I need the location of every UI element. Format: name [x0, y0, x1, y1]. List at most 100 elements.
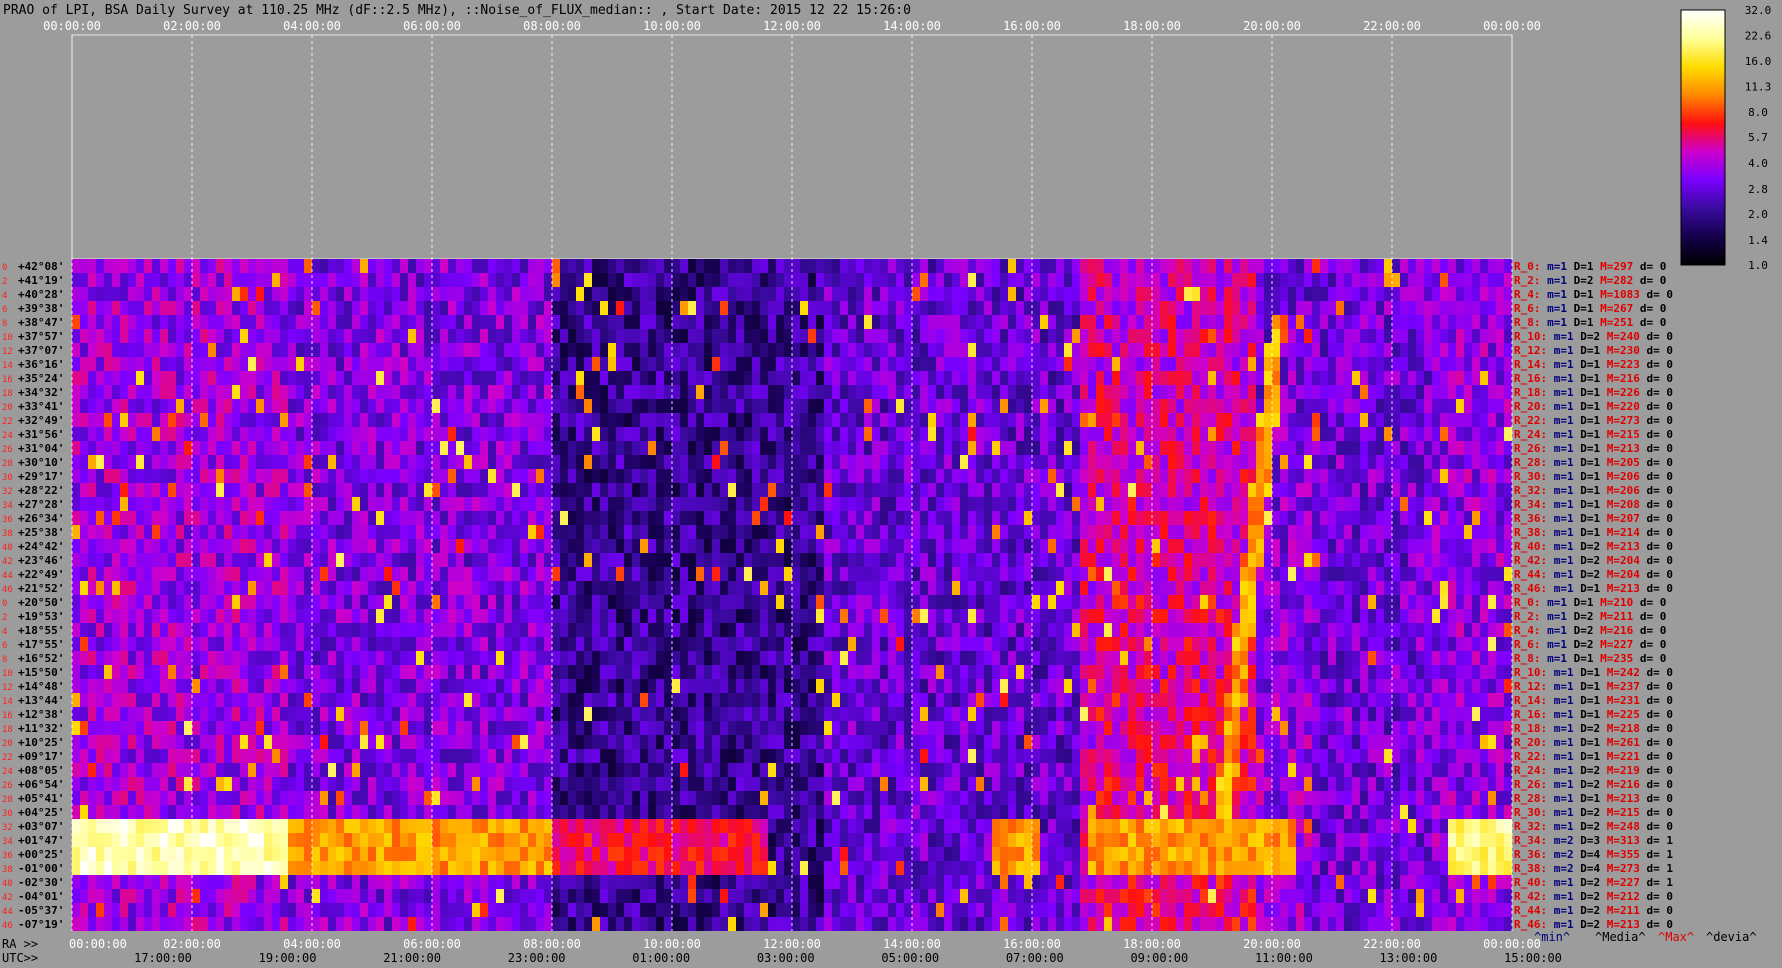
heatmap-cell: [1488, 259, 1496, 273]
heatmap-cell: [248, 441, 256, 455]
heatmap-cell: [144, 455, 152, 469]
heatmap-cell: [1368, 497, 1376, 511]
heatmap-cell: [456, 329, 464, 343]
heatmap-cell: [1120, 581, 1128, 595]
heatmap-cell: [528, 483, 536, 497]
heatmap-cell: [704, 287, 712, 301]
heatmap-cell: [456, 595, 464, 609]
heatmap-cell: [1280, 469, 1288, 483]
heatmap-cell: [1472, 497, 1480, 511]
heatmap-cell: [472, 609, 480, 623]
heatmap-cell: [1360, 567, 1368, 581]
heatmap-cell: [1480, 427, 1488, 441]
heatmap-cell: [808, 357, 816, 371]
heatmap-cell: [520, 315, 528, 329]
heatmap-cell: [984, 469, 992, 483]
heatmap-cell: [1336, 469, 1344, 483]
heatmap-cell: [1448, 595, 1456, 609]
heatmap-cell: [112, 623, 120, 637]
heatmap-cell: [1104, 581, 1112, 595]
heatmap-cell: [1224, 609, 1232, 623]
heatmap-cell: [416, 497, 424, 511]
heatmap-cell: [360, 273, 368, 287]
heatmap-cell: [728, 385, 736, 399]
heatmap-cell: [952, 273, 960, 287]
heatmap-cell: [744, 343, 752, 357]
heatmap-cell: [568, 567, 576, 581]
heatmap-cell: [616, 371, 624, 385]
heatmap-cell: [1168, 413, 1176, 427]
heatmap-cell: [368, 595, 376, 609]
heatmap-cell: [1000, 357, 1008, 371]
heatmap-cell: [976, 413, 984, 427]
heatmap-cell: [312, 273, 320, 287]
heatmap-cell: [968, 273, 976, 287]
heatmap-cell: [184, 539, 192, 553]
heatmap-cell: [1216, 469, 1224, 483]
heatmap-cell: [376, 371, 384, 385]
heatmap-cell: [1112, 511, 1120, 525]
heatmap-cell: [328, 483, 336, 497]
heatmap-cell: [216, 525, 224, 539]
heatmap-cell: [712, 581, 720, 595]
heatmap-cell: [456, 525, 464, 539]
heatmap-cell: [400, 441, 408, 455]
heatmap-cell: [1168, 497, 1176, 511]
heatmap-cell: [1056, 385, 1064, 399]
heatmap-cell: [440, 483, 448, 497]
heatmap-cell: [1120, 413, 1128, 427]
heatmap-cell: [712, 497, 720, 511]
heatmap-cell: [1192, 553, 1200, 567]
heatmap-cell: [784, 427, 792, 441]
heatmap-cell: [488, 371, 496, 385]
heatmap-cell: [952, 483, 960, 497]
heatmap-cell: [480, 259, 488, 273]
heatmap-cell: [632, 343, 640, 357]
heatmap-cell: [736, 301, 744, 315]
heatmap-cell: [808, 581, 816, 595]
heatmap-cell: [1176, 539, 1184, 553]
heatmap-cell: [1440, 427, 1448, 441]
heatmap-cell: [840, 469, 848, 483]
heatmap-cell: [120, 385, 128, 399]
heatmap-cell: [904, 455, 912, 469]
heatmap-cell: [912, 399, 920, 413]
heatmap-cell: [712, 399, 720, 413]
heatmap-cell: [1504, 455, 1512, 469]
heatmap-cell: [296, 399, 304, 413]
heatmap-cell: [472, 525, 480, 539]
heatmap-cell: [936, 609, 944, 623]
heatmap-cell: [312, 329, 320, 343]
heatmap-cell: [552, 623, 560, 637]
heatmap-cell: [968, 385, 976, 399]
heatmap-cell: [1128, 455, 1136, 469]
heatmap-cell: [1224, 539, 1232, 553]
heatmap-cell: [152, 609, 160, 623]
heatmap-cell: [784, 441, 792, 455]
heatmap-cell: [1096, 455, 1104, 469]
heatmap-cell: [264, 287, 272, 301]
heatmap-cell: [616, 413, 624, 427]
heatmap-cell: [1168, 581, 1176, 595]
heatmap-cell: [792, 469, 800, 483]
heatmap-cell: [616, 399, 624, 413]
heatmap-cell: [128, 455, 136, 469]
heatmap-cell: [304, 511, 312, 525]
heatmap-cell: [1048, 469, 1056, 483]
heatmap-cell: [1344, 567, 1352, 581]
heatmap-cell: [328, 637, 336, 651]
heatmap-cell: [656, 581, 664, 595]
heatmap-cell: [776, 497, 784, 511]
empty-plot-area: [71, 34, 1513, 260]
heatmap-cell: [288, 497, 296, 511]
heatmap-cell: [712, 483, 720, 497]
heatmap-cell: [472, 483, 480, 497]
heatmap-cell: [768, 343, 776, 357]
heatmap-cell: [888, 553, 896, 567]
heatmap-cell: [624, 399, 632, 413]
heatmap-cell: [1456, 511, 1464, 525]
heatmap-cell: [1248, 259, 1256, 273]
heatmap-cell: [672, 637, 680, 651]
heatmap-cell: [592, 357, 600, 371]
heatmap-cell: [496, 287, 504, 301]
